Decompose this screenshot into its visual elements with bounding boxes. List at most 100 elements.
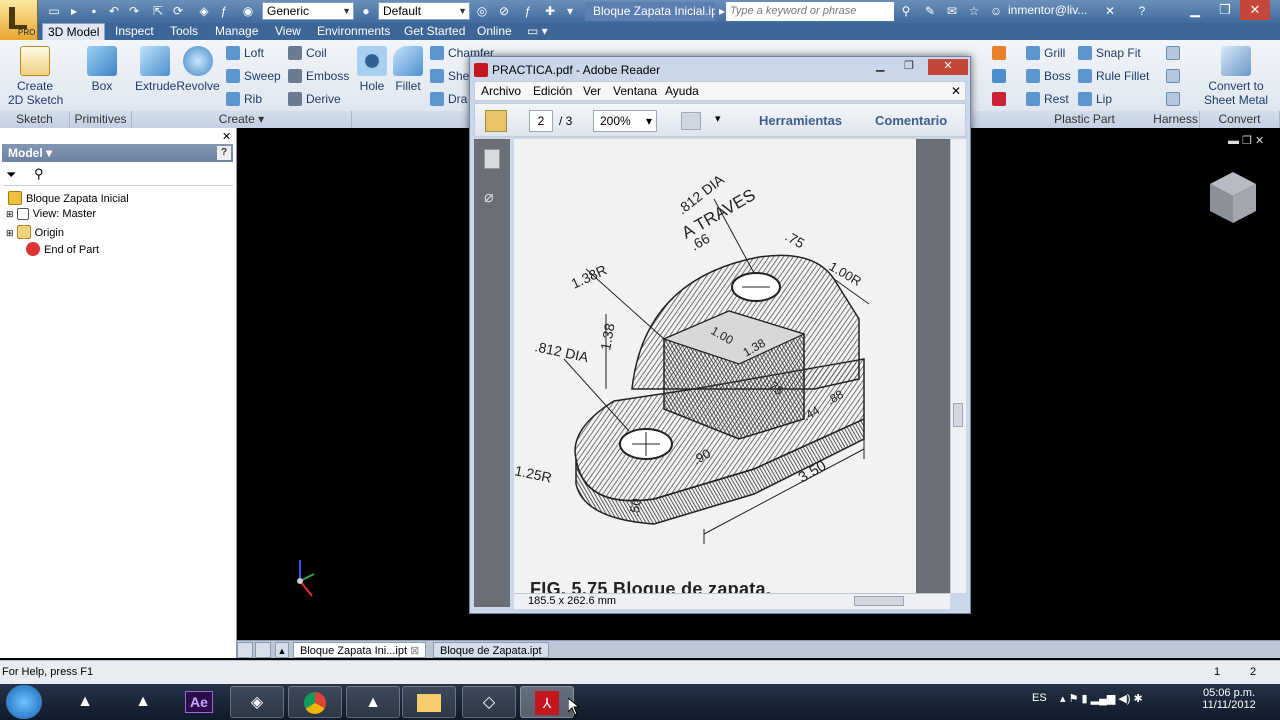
favorites-icon[interactable]: ☆	[966, 3, 982, 19]
menu-ayuda[interactable]: Ayuda	[665, 84, 699, 98]
plastic-icon-2[interactable]	[992, 69, 1010, 83]
undo-icon[interactable]: ↶	[106, 3, 122, 19]
tab-tools[interactable]: Tools	[165, 23, 203, 40]
taskbar-publisher-icon[interactable]: ◇	[462, 686, 516, 718]
boss-button[interactable]: Boss	[1026, 69, 1071, 83]
taskbar-aftereffects-icon[interactable]: Ae	[172, 686, 226, 718]
subscription-icon[interactable]: ✎	[922, 3, 938, 19]
start-button[interactable]	[6, 685, 42, 719]
page-number-input[interactable]: 2	[529, 110, 553, 132]
rule-fillet-button[interactable]: Rule Fillet	[1078, 69, 1149, 83]
snap-fit-button[interactable]: Snap Fit	[1078, 46, 1141, 60]
grill-button[interactable]: Grill	[1026, 46, 1065, 60]
panel-create[interactable]: Create ▾	[132, 111, 352, 128]
hole-button[interactable]: Hole	[356, 46, 388, 93]
update-icon[interactable]: ⟳	[170, 3, 186, 19]
comentario-button[interactable]: Comentario	[875, 113, 947, 128]
scroll-thumb[interactable]	[953, 403, 963, 427]
viewport-window-controls[interactable]: ▬ ❐ ✕	[1228, 134, 1264, 147]
tab-manage[interactable]: Manage	[210, 23, 263, 40]
rib-button[interactable]: Rib	[226, 92, 262, 106]
create-2d-sketch-button[interactable]: Create 2D Sketch	[8, 46, 63, 107]
user-name[interactable]: inmentor@liv...	[1008, 3, 1087, 17]
close-icon[interactable]: ✕	[1240, 0, 1270, 20]
tree-item-end-of-part[interactable]: End of Part	[26, 242, 99, 256]
fillet-button[interactable]: Fillet	[392, 46, 424, 93]
select-icon[interactable]: ◈	[196, 3, 212, 19]
coil-button[interactable]: Coil	[288, 46, 327, 60]
menu-archivo[interactable]: Archivo	[481, 84, 521, 98]
extrude-button[interactable]: Extrude	[135, 46, 176, 93]
lip-button[interactable]: Lip	[1078, 92, 1112, 106]
menu-ventana[interactable]: Ventana	[613, 84, 657, 98]
zoom-select[interactable]: 200% ▾	[593, 110, 657, 132]
open-icon[interactable]: ▸	[66, 3, 82, 19]
plastic-icon-1[interactable]	[992, 46, 1010, 60]
shell-button[interactable]: She	[430, 69, 469, 83]
tab-get-started[interactable]: Get Started	[399, 23, 470, 40]
communication-icon[interactable]: ✉	[944, 3, 960, 19]
revolve-button[interactable]: Revolve	[176, 46, 220, 93]
new-icon[interactable]: ▭	[46, 3, 62, 19]
convert-sheet-metal-button[interactable]: Convert to Sheet Metal	[1204, 46, 1268, 107]
adjust-icon[interactable]: ◎	[474, 3, 490, 19]
taskbar-inventor3-icon[interactable]: ▲	[346, 686, 400, 718]
fit-page-icon[interactable]	[681, 112, 701, 130]
tree-item-view[interactable]: ⊞ View: Master	[6, 208, 96, 220]
add-icon[interactable]: ✚	[542, 3, 558, 19]
user-icon[interactable]: ☺	[988, 3, 1004, 19]
vertical-scrollbar[interactable]	[950, 139, 966, 593]
browser-close-icon[interactable]: ✕	[222, 130, 231, 143]
taskbar-inventor2-icon[interactable]: ▲	[116, 686, 170, 718]
save-icon[interactable]: ▪	[86, 3, 102, 19]
plastic-icon-3[interactable]	[992, 92, 1010, 106]
exchange-icon[interactable]: ✕	[1102, 3, 1118, 19]
appearance-combo[interactable]: Default ▼	[378, 2, 470, 20]
tab-inspect[interactable]: Inspect	[110, 23, 159, 40]
export-icon[interactable]	[485, 110, 507, 132]
help-search-input[interactable]: Type a keyword or phrase	[726, 2, 894, 21]
appearance-icon[interactable]: ●	[358, 3, 374, 19]
application-menu-button[interactable]: PRO	[0, 0, 38, 40]
loft-button[interactable]: Loft	[226, 46, 264, 60]
tab-environments[interactable]: Environments	[312, 23, 395, 40]
tab-view[interactable]: View	[270, 23, 306, 40]
reader-restore-icon[interactable]: ❐	[904, 59, 914, 72]
horizontal-scrollbar[interactable]: 185.5 x 262.6 mm	[514, 593, 950, 609]
harness-icon-1[interactable]	[1166, 46, 1184, 60]
herramientas-button[interactable]: Herramientas	[759, 113, 842, 128]
taskbar-chrome-icon[interactable]	[288, 686, 342, 718]
viewcube-icon[interactable]	[1208, 170, 1258, 225]
clock[interactable]: 05:06 p.m. 11/11/2012	[1194, 687, 1264, 711]
tray-icons[interactable]: ▴ ⚑ ▮ ▂▄▆ ◀) ✱	[1060, 692, 1143, 705]
find-icon[interactable]: ⚲	[34, 166, 44, 182]
menu-ver[interactable]: Ver	[583, 84, 601, 98]
taskbar-reader-icon[interactable]: ⅄	[520, 686, 574, 718]
qa-menu-icon[interactable]: ▾	[562, 3, 578, 19]
reader-close-icon[interactable]: ✕	[928, 59, 968, 75]
tab-extra-icon[interactable]: ▭ ▾	[522, 23, 553, 40]
doc-menu-icon[interactable]: ▲	[275, 642, 289, 658]
sweep-button[interactable]: Sweep	[226, 69, 281, 83]
draft-button[interactable]: Dra	[430, 92, 467, 106]
taskbar-inventor-icon[interactable]: ▲	[58, 686, 112, 718]
tree-item-part[interactable]: Bloque Zapata Inicial	[8, 191, 129, 205]
redo-icon[interactable]: ↷	[126, 3, 142, 19]
document-tab-active[interactable]: Bloque Zapata Ini...ipt ⊠	[293, 642, 427, 658]
minimize-icon[interactable]: ▁	[1180, 0, 1210, 20]
menu-edicion[interactable]: Edición	[533, 84, 572, 98]
clear-icon[interactable]: ⊘	[496, 3, 512, 19]
tab-3d-model[interactable]: 3D Model	[42, 23, 106, 40]
material-combo[interactable]: Generic ▼	[262, 2, 354, 20]
binoculars-icon[interactable]: ⚲	[898, 3, 914, 19]
browser-header[interactable]: Model ▾?	[2, 144, 233, 162]
help-icon[interactable]: ?	[1134, 3, 1150, 19]
material-icon[interactable]: ◉	[240, 3, 256, 19]
toolbar-more-icon[interactable]: ▾	[715, 112, 721, 125]
parameters-icon[interactable]: ƒ	[216, 3, 232, 19]
language-indicator[interactable]: ES	[1032, 692, 1047, 704]
box-button[interactable]: Box	[82, 46, 122, 93]
tree-item-origin[interactable]: ⊞ Origin	[6, 225, 64, 239]
filter-icon[interactable]: ⏷	[6, 167, 16, 183]
derive-button[interactable]: Derive	[288, 92, 341, 106]
